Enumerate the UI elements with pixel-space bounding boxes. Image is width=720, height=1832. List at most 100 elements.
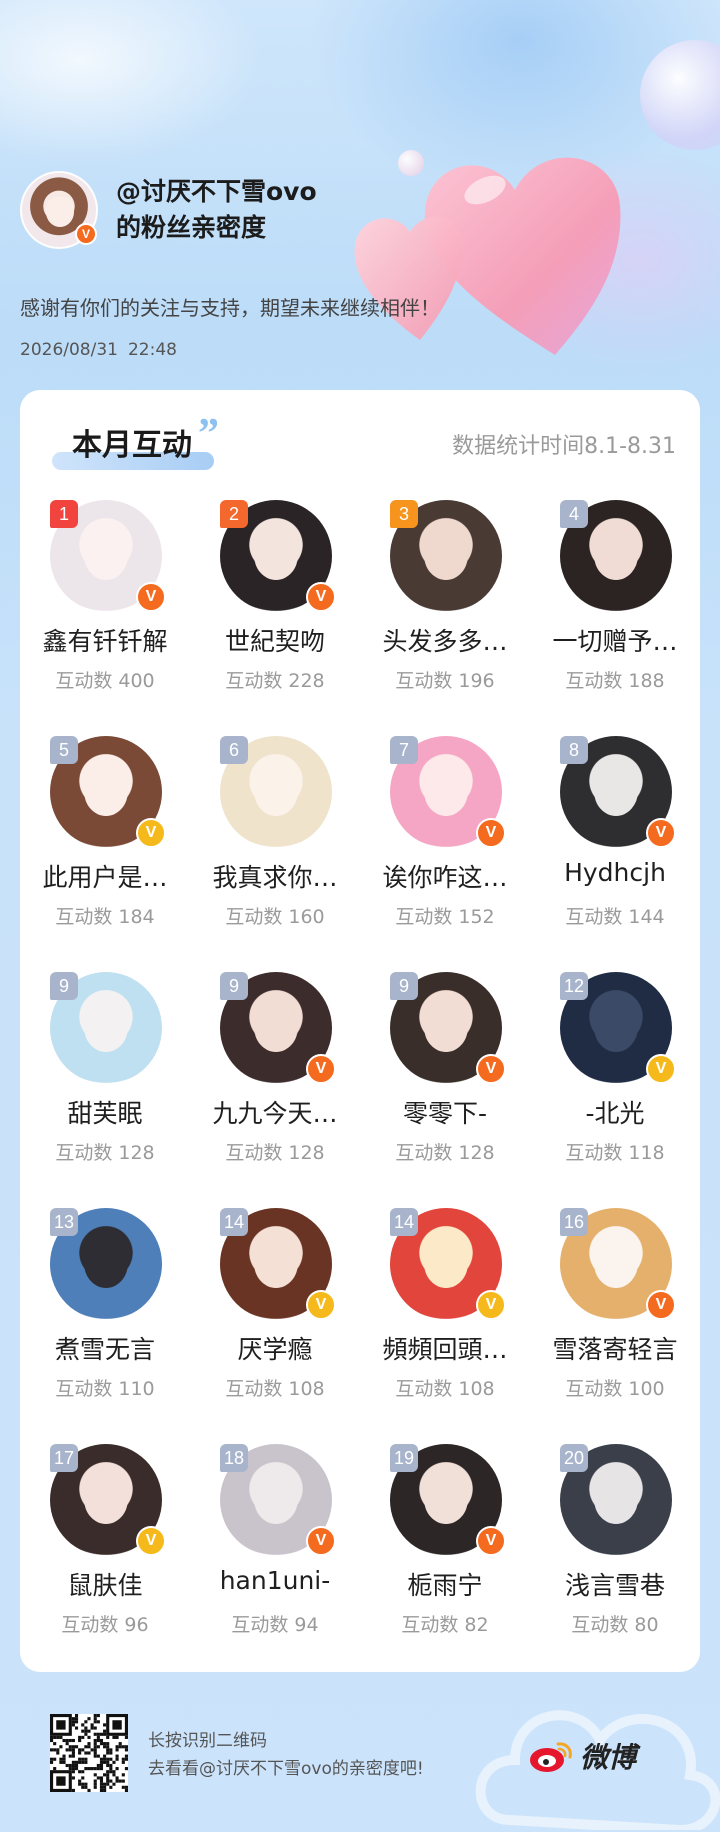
count-value: 400 <box>118 670 155 692</box>
fan-card[interactable]: 20 浅言雪巷 互动数 80 <box>530 1444 700 1680</box>
interaction-count: 互动数 196 <box>360 666 530 693</box>
fan-card[interactable]: 1 V 鑫有钎钎解 互动数 400 <box>20 500 190 736</box>
fan-nickname[interactable]: 我真求你… <box>192 858 358 894</box>
fan-card[interactable]: 14 V 厌学瘾 互动数 108 <box>190 1208 360 1444</box>
verified-badge-icon: V <box>306 1526 336 1556</box>
fan-nickname[interactable]: 雪落寄轻言 <box>532 1330 698 1366</box>
monthly-interaction-card: 本月互动 ” 数据统计时间8.1-8.31 1 V 鑫有钎钎解 互动数 400 2… <box>20 390 700 1672</box>
qr-code-icon[interactable] <box>50 1714 128 1792</box>
fan-card[interactable]: 4 一切赠予… 互动数 188 <box>530 500 700 736</box>
fan-avatar-wrap[interactable]: 18 V <box>220 1444 336 1556</box>
rank-badge: 9 <box>390 972 418 1000</box>
count-label: 互动数 <box>55 1142 113 1164</box>
fan-nickname[interactable]: 此用户是… <box>22 858 188 894</box>
count-value: 108 <box>288 1378 325 1400</box>
fan-avatar-wrap[interactable]: 14 V <box>390 1208 506 1320</box>
scan-hint: 长按识别二维码 <box>148 1731 267 1751</box>
fan-card[interactable]: 2 V 世紀契吻 互动数 228 <box>190 500 360 736</box>
fan-nickname[interactable]: 世紀契吻 <box>192 622 358 658</box>
verified-badge-icon: V <box>476 1526 506 1556</box>
count-value: 94 <box>294 1614 319 1636</box>
count-label: 互动数 <box>565 1378 623 1400</box>
fan-card[interactable]: 17 V 鼠肤佳 互动数 96 <box>20 1444 190 1680</box>
rank-badge: 19 <box>390 1444 419 1472</box>
fan-nickname[interactable]: Hydhcjh <box>532 858 698 887</box>
fan-nickname[interactable]: 鑫有钎钎解 <box>22 622 188 658</box>
fan-avatar-face <box>254 766 298 816</box>
fan-nickname[interactable]: 鼠肤佳 <box>22 1566 188 1602</box>
count-value: 188 <box>628 670 665 692</box>
fan-avatar-wrap[interactable]: 20 <box>560 1444 672 1556</box>
fan-avatar-wrap[interactable]: 9 V <box>220 972 336 1084</box>
fan-nickname[interactable]: 诶你咋这… <box>362 858 528 894</box>
count-label: 互动数 <box>225 1378 283 1400</box>
share-cta[interactable]: 去看看@讨厌不下雪ovo的亲密度吧! <box>148 1754 424 1779</box>
owner-avatar[interactable]: V <box>20 171 98 249</box>
interaction-count: 互动数 108 <box>360 1374 530 1401</box>
fan-card[interactable]: 19 V 栀雨宁 互动数 82 <box>360 1444 530 1680</box>
fan-nickname[interactable]: 煮雪无言 <box>22 1330 188 1366</box>
fan-avatar-wrap[interactable]: 12 V <box>560 972 676 1084</box>
count-value: 128 <box>458 1142 495 1164</box>
fan-nickname[interactable]: 零零下- <box>362 1094 528 1130</box>
fan-card[interactable]: 3 头发多多… 互动数 196 <box>360 500 530 736</box>
fan-nickname[interactable]: 厌学瘾 <box>192 1330 358 1366</box>
fan-card[interactable]: 9 甜芙眠 互动数 128 <box>20 972 190 1208</box>
rank-badge: 12 <box>560 972 589 1000</box>
owner-handle[interactable]: @讨厌不下雪ovo <box>116 174 317 210</box>
fan-card[interactable]: 18 V han1uni- 互动数 94 <box>190 1444 360 1680</box>
fan-card[interactable]: 14 V 頻頻回頭… 互动数 108 <box>360 1208 530 1444</box>
fan-avatar-wrap[interactable]: 4 <box>560 500 672 612</box>
fan-card[interactable]: 16 V 雪落寄轻言 互动数 100 <box>530 1208 700 1444</box>
fan-card[interactable]: 6 我真求你… 互动数 160 <box>190 736 360 972</box>
rank-badge: 13 <box>50 1208 79 1236</box>
fan-nickname[interactable]: 浅言雪巷 <box>532 1566 698 1602</box>
fan-nickname[interactable]: 甜芙眠 <box>22 1094 188 1130</box>
fan-avatar-wrap[interactable]: 9 <box>50 972 162 1084</box>
fan-avatar-wrap[interactable]: 8 V <box>560 736 676 848</box>
fan-card[interactable]: 8 V Hydhcjh 互动数 144 <box>530 736 700 972</box>
interaction-count: 互动数 228 <box>190 666 360 693</box>
verified-badge-icon: V <box>75 223 97 245</box>
fan-avatar-wrap[interactable]: 3 <box>390 500 502 612</box>
fan-nickname[interactable]: 頻頻回頭… <box>362 1330 528 1366</box>
fan-card[interactable]: 12 V -北光 互动数 118 <box>530 972 700 1208</box>
rank-badge: 3 <box>390 500 418 528</box>
hearts-decoration <box>354 157 621 355</box>
fan-card[interactable]: 13 煮雪无言 互动数 110 <box>20 1208 190 1444</box>
weibo-brand: 微博 <box>528 1736 636 1776</box>
fan-avatar-wrap[interactable]: 9 V <box>390 972 506 1084</box>
fan-avatar-face <box>594 1474 638 1524</box>
fan-nickname[interactable]: han1uni- <box>192 1566 358 1595</box>
fan-avatar-wrap[interactable]: 5 V <box>50 736 166 848</box>
fan-nickname[interactable]: -北光 <box>532 1094 698 1130</box>
fan-card[interactable]: 7 V 诶你咋这… 互动数 152 <box>360 736 530 972</box>
count-value: 128 <box>118 1142 155 1164</box>
report-datetime: 2026/08/31 22:48 <box>20 340 177 360</box>
fan-nickname[interactable]: 九九今天… <box>192 1094 358 1130</box>
fan-avatar-wrap[interactable]: 1 V <box>50 500 166 612</box>
fan-avatar-wrap[interactable]: 17 V <box>50 1444 166 1556</box>
fan-card[interactable]: 9 V 九九今天… 互动数 128 <box>190 972 360 1208</box>
fan-avatar-wrap[interactable]: 19 V <box>390 1444 506 1556</box>
fan-avatar-wrap[interactable]: 13 <box>50 1208 162 1320</box>
fan-nickname[interactable]: 一切赠予… <box>532 622 698 658</box>
interaction-count: 互动数 128 <box>190 1138 360 1165</box>
fan-card[interactable]: 9 V 零零下- 互动数 128 <box>360 972 530 1208</box>
interaction-count: 互动数 184 <box>20 902 190 929</box>
fan-avatar-wrap[interactable]: 7 V <box>390 736 506 848</box>
fan-avatar-wrap[interactable]: 16 V <box>560 1208 676 1320</box>
fan-nickname[interactable]: 头发多多… <box>362 622 528 658</box>
interaction-count: 互动数 118 <box>530 1138 700 1165</box>
fan-card[interactable]: 5 V 此用户是… 互动数 184 <box>20 736 190 972</box>
fan-avatar-face <box>594 1238 638 1288</box>
fan-avatar-wrap[interactable]: 14 V <box>220 1208 336 1320</box>
fan-avatar-wrap[interactable]: 6 <box>220 736 332 848</box>
fan-nickname[interactable]: 栀雨宁 <box>362 1566 528 1602</box>
fan-avatar-wrap[interactable]: 2 V <box>220 500 336 612</box>
rank-badge: 6 <box>220 736 248 764</box>
interaction-count: 互动数 188 <box>530 666 700 693</box>
interaction-count: 互动数 160 <box>190 902 360 929</box>
verified-badge-icon: V <box>646 1054 676 1084</box>
fan-avatar-face <box>254 530 298 580</box>
